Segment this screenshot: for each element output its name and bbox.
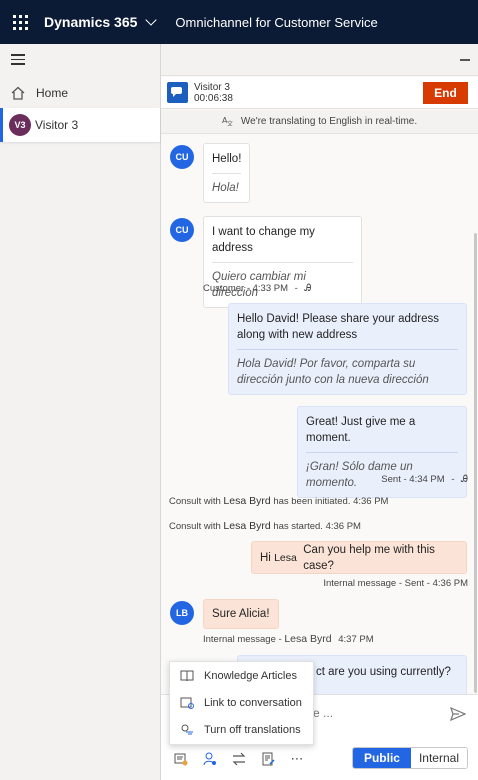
chevron-down-icon[interactable]: [145, 14, 158, 26]
quick-replies-icon[interactable]: [173, 751, 189, 767]
translation-banner: A文 We're translating to English in real-…: [161, 110, 478, 134]
avatar: V3: [9, 114, 31, 136]
hamburger-menu-icon[interactable]: [11, 54, 25, 66]
message-translation: Hola David! Por favor, comparta su direc…: [237, 349, 458, 394]
brand-name[interactable]: Dynamics 365: [44, 14, 137, 30]
app-name: Omnichannel for Customer Service: [175, 14, 378, 30]
transfer-icon[interactable]: [231, 751, 247, 767]
minimize-icon[interactable]: [460, 59, 470, 61]
message-meta: Internal message - Lesa Byrd 4:37 PM: [203, 633, 374, 645]
avatar: CU: [170, 145, 194, 169]
translation-banner-text: We're translating to English in real-tim…: [240, 116, 418, 127]
message-visibility-toggle[interactable]: Public Internal: [351, 747, 468, 769]
app-launcher-icon[interactable]: [0, 0, 40, 44]
home-icon: [11, 86, 25, 100]
menu-item-link-to-conversation[interactable]: Link to conversation: [170, 689, 313, 716]
more-options-icon[interactable]: ⋯: [289, 751, 305, 767]
end-button[interactable]: End: [423, 82, 468, 104]
pin-icon[interactable]: ‐: [295, 283, 298, 294]
translate-icon[interactable]: Ꭿ: [461, 474, 468, 485]
compose-toolbar: ⋯: [173, 751, 318, 767]
message-original: Hello!: [212, 153, 242, 165]
svg-text:文: 文: [227, 120, 233, 126]
message-meta: Customer - 4:33 PM ‐ Ꭿ: [203, 283, 312, 294]
book-icon: [179, 669, 195, 683]
customer-message: I want to change my address Quiero cambi…: [203, 216, 362, 308]
pane-top-bar: [161, 44, 478, 76]
menu-item-knowledge-articles[interactable]: Knowledge Articles: [170, 662, 313, 689]
message-original: Great! Just give me a moment.: [306, 416, 416, 444]
internal-toggle-button[interactable]: Internal: [410, 748, 467, 768]
more-options-menu: Knowledge Articles Link to conversation …: [169, 661, 314, 745]
avatar: CU: [170, 218, 194, 242]
session-header: Visitor 3 00:06:38 End: [161, 77, 478, 109]
message-meta: Sent - 4:34 PM ‐ Ꭿ: [381, 474, 468, 485]
internal-message: Hi Lesa Can you help me with this case?: [251, 541, 467, 574]
public-toggle-button[interactable]: Public: [352, 748, 411, 768]
consultant-message: Sure Alicia!: [203, 599, 279, 629]
scrollbar[interactable]: [474, 233, 477, 693]
system-message: Consult with Lesa Byrd has been initiate…: [169, 495, 389, 507]
translate-icon[interactable]: Ꭿ: [304, 283, 311, 294]
nav-home-label: Home: [36, 86, 69, 100]
menu-item-turn-off-translations[interactable]: Turn off translations: [170, 716, 313, 743]
consult-icon[interactable]: [202, 751, 218, 767]
notes-icon[interactable]: [260, 751, 276, 767]
agent-message: Hello David! Please share your address a…: [228, 303, 467, 395]
message-original: I want to change my address: [212, 226, 315, 254]
menu-item-label: Knowledge Articles: [204, 669, 297, 682]
nav-item-home[interactable]: Home: [0, 80, 160, 106]
nav-visitor-label: Visitor 3: [35, 118, 79, 132]
top-bar: Dynamics 365 Omnichannel for Customer Se…: [0, 0, 478, 44]
avatar: LB: [170, 601, 194, 625]
customer-message: Hello! Hola!: [203, 143, 251, 203]
pin-icon[interactable]: ‐: [451, 474, 454, 485]
message-translation: Hola!: [212, 173, 242, 202]
menu-item-label: Link to conversation: [204, 696, 302, 709]
nav-item-visitor-session[interactable]: V3 Visitor 3: [0, 108, 160, 142]
translate-icon: [179, 723, 195, 737]
translate-icon: A文: [222, 115, 233, 129]
chat-icon: [167, 82, 188, 103]
menu-item-label: Turn off translations: [204, 723, 301, 736]
session-name: Visitor 3: [194, 81, 230, 93]
link-icon: [179, 696, 195, 710]
message-original: Hello David! Please share your address a…: [237, 313, 439, 341]
message-meta: Internal message - Sent - 4:36 PM: [323, 578, 468, 589]
send-icon[interactable]: [450, 706, 467, 722]
session-timer: 00:06:38: [194, 92, 233, 104]
system-message: Consult with Lesa Byrd has started. 4:36…: [169, 520, 361, 532]
left-navigation: Home V3 Visitor 3: [0, 44, 161, 780]
chat-transcript: CU Hello! Hola! CU I want to change my a…: [161, 135, 478, 695]
